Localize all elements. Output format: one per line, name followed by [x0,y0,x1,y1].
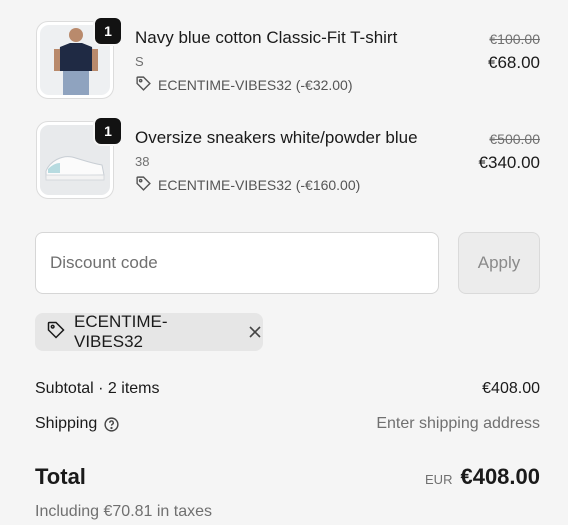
discount-label: ECENTIME-VIBES32 (-€160.00) [158,177,361,193]
subtotal-label: Subtotal · 2 items [35,380,160,397]
tag-icon [135,75,152,95]
applied-code-chip: ECENTIME-VIBES32 [35,312,263,351]
total-value: €408.00 [460,464,540,489]
product-name: Navy blue cotton Classic-Fit T-shirt [135,28,398,47]
subtotal-row: Subtotal · 2 items €408.00 [35,380,540,398]
shipping-label: Shipping [35,415,98,432]
help-icon[interactable] [103,416,120,433]
product-variant: 38 [135,154,150,169]
shipping-row: Shipping Enter shipping address [35,415,540,433]
shipping-value: Enter shipping address [376,415,540,432]
currency-code: EUR [425,472,453,487]
product-thumbnail: 1 [36,116,123,199]
total-label: Total [35,464,86,489]
discount-label: ECENTIME-VIBES32 (-€32.00) [158,77,353,93]
product-name: Oversize sneakers white/powder blue [135,128,418,147]
original-price: €100.00 [489,31,540,47]
applied-discount: ECENTIME-VIBES32 (-€160.00) [135,175,360,195]
product-thumbnail: 1 [36,16,123,99]
taxes-note: Including €70.81 in taxes [35,503,213,520]
total-row: Total EUR €408.00 [35,464,540,490]
original-price: €500.00 [489,131,540,147]
quantity-badge: 1 [93,116,123,146]
discount-code-placeholder: Discount code [50,253,158,272]
discount-code-input[interactable]: Discount code [35,232,439,294]
quantity-badge: 1 [93,16,123,46]
price: €68.00 [488,53,540,72]
applied-code-label: ECENTIME-VIBES32 [74,312,168,351]
subtotal-value: €408.00 [482,380,540,397]
tag-icon [135,175,152,195]
total-amount-group: EUR €408.00 [425,464,540,490]
apply-button[interactable]: Apply [458,232,540,294]
applied-discount: ECENTIME-VIBES32 (-€32.00) [135,75,353,95]
product-variant: S [135,54,144,69]
shipping-label-group: Shipping [35,415,120,433]
price: €340.00 [478,153,540,172]
remove-code-icon[interactable] [247,324,263,340]
tag-icon [46,320,66,345]
